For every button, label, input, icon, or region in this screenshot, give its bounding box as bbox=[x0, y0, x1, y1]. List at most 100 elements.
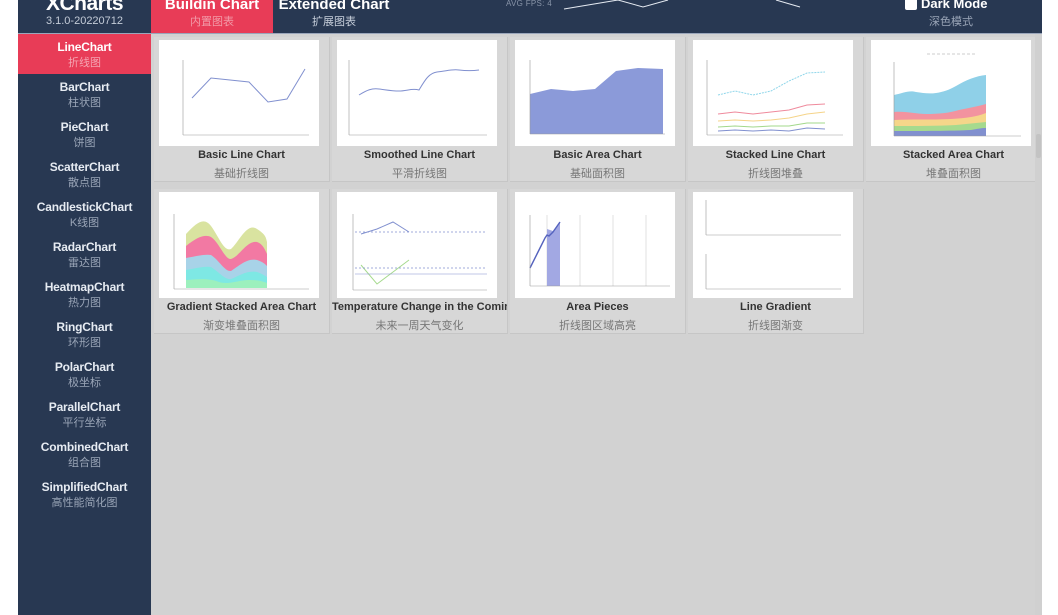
sidebar-item-label: CombinedChart bbox=[40, 440, 129, 454]
sidebar-item-label: SimplifiedChart bbox=[41, 480, 128, 494]
sidebar-item-piechart[interactable]: PieChart 饼图 bbox=[18, 114, 151, 154]
sidebar-item-simplifiedchart[interactable]: SimplifiedChart 高性能简化图 bbox=[18, 474, 151, 514]
dark-mode-toggle[interactable]: Dark Mode 深色模式 bbox=[899, 0, 1009, 33]
sidebar-item-barchart[interactable]: BarChart 柱状图 bbox=[18, 74, 151, 114]
sidebar-item-linechart[interactable]: LineChart 折线图 bbox=[18, 34, 151, 74]
temperature-thumbnail bbox=[352, 214, 487, 291]
chart-card-smoothed-line[interactable]: Smoothed Line Chart 平滑折线图 bbox=[332, 37, 508, 182]
xcharts-demo-app: XCharts 3.1.0-20220712 Buildin Chart 内置图… bbox=[18, 0, 1042, 615]
sidebar-item-label: PolarChart bbox=[54, 360, 115, 374]
sidebar-item-label: PieChart bbox=[60, 120, 109, 134]
sidebar-item-label: RingChart bbox=[56, 320, 113, 334]
sidebar-item-sublabel: 饼图 bbox=[73, 137, 96, 149]
brand-version: 3.1.0-20220712 bbox=[45, 15, 124, 27]
chart-card-basic-line[interactable]: Basic Line Chart 基础折线图 bbox=[154, 37, 330, 182]
fps-line bbox=[775, 0, 801, 8]
sidebar-item-combinedchart[interactable]: CombinedChart 组合图 bbox=[18, 434, 151, 474]
sidebar-item-ringchart[interactable]: RingChart 环形图 bbox=[18, 314, 151, 354]
line-gradient-thumbnail bbox=[705, 200, 841, 290]
sidebar-item-label: HeatmapChart bbox=[44, 280, 125, 294]
tab-sublabel: 内置图表 bbox=[190, 16, 234, 28]
fps-line bbox=[563, 0, 669, 10]
sidebar-item-parallelchart[interactable]: ParallelChart 平行坐标 bbox=[18, 394, 151, 434]
card-subtitle: 未来一周天气变化 bbox=[375, 320, 464, 332]
sidebar-item-sublabel: 极坐标 bbox=[68, 377, 101, 389]
basic-area-thumbnail bbox=[529, 60, 665, 135]
card-subtitle: 基础面积图 bbox=[570, 168, 625, 180]
brand: XCharts 3.1.0-20220712 bbox=[18, 0, 151, 33]
card-title: Stacked Area Chart bbox=[902, 149, 1005, 161]
sidebar-item-radarchart[interactable]: RadarChart 雷达图 bbox=[18, 234, 151, 274]
card-subtitle: 折线图区域高亮 bbox=[559, 320, 636, 332]
chart-card-area-pieces[interactable]: Area Pieces 折线图区域高亮 bbox=[510, 189, 686, 334]
sidebar-item-label: BarChart bbox=[59, 80, 110, 94]
card-subtitle: 堆叠面积图 bbox=[926, 168, 981, 180]
chart-thumbnail bbox=[693, 40, 853, 146]
card-subtitle: 折线图渐变 bbox=[748, 320, 803, 332]
content-scrollbar[interactable] bbox=[1035, 34, 1042, 615]
sidebar-item-sublabel: 折线图 bbox=[68, 57, 101, 69]
sidebar-item-candlestickchart[interactable]: CandlestickChart K线图 bbox=[18, 194, 151, 234]
fps-graph bbox=[563, 0, 801, 10]
dark-mode-label: Dark Mode bbox=[921, 0, 988, 11]
card-subtitle: 折线图堆叠 bbox=[748, 168, 803, 180]
stacked-area-thumbnail bbox=[893, 53, 1021, 137]
sidebar-item-sublabel: 热力图 bbox=[68, 297, 101, 309]
card-subtitle: 平滑折线图 bbox=[392, 168, 447, 180]
chart-thumbnail bbox=[159, 192, 319, 298]
sidebar-item-label: RadarChart bbox=[52, 240, 117, 254]
chart-card-gradient-stacked-area[interactable]: Gradient Stacked Area Chart 渐变堆叠面积图 bbox=[154, 189, 330, 334]
tab-label: Buildin Chart bbox=[164, 0, 260, 13]
area-fill bbox=[530, 68, 663, 134]
sidebar-item-sublabel: 柱状图 bbox=[68, 97, 101, 109]
chart-card-temperature[interactable]: Temperature Change in the Coming 未来一周天气变… bbox=[332, 189, 508, 334]
sidebar-item-scatterchart[interactable]: ScatterChart 散点图 bbox=[18, 154, 151, 194]
card-title: Basic Line Chart bbox=[198, 149, 285, 161]
tab-extended-chart[interactable]: Extended Chart 扩展图表 bbox=[273, 0, 395, 33]
sidebar-item-label: ScatterChart bbox=[49, 160, 120, 174]
dark-mode-checkbox[interactable] bbox=[905, 0, 917, 10]
brand-title: XCharts bbox=[45, 0, 124, 15]
sidebar-item-heatmapchart[interactable]: HeatmapChart 热力图 bbox=[18, 274, 151, 314]
sidebar-item-sublabel: 高性能简化图 bbox=[51, 497, 118, 509]
series-line bbox=[717, 111, 826, 122]
fps-counter: AVG FPS: 4 bbox=[506, 0, 552, 8]
chart-thumbnail bbox=[871, 40, 1031, 146]
series-line bbox=[717, 122, 825, 128]
chart-thumbnail bbox=[337, 40, 497, 146]
sidebar-item-sublabel: 组合图 bbox=[68, 457, 101, 469]
sidebar-item-polarchart[interactable]: PolarChart 极坐标 bbox=[18, 354, 151, 394]
sidebar-item-sublabel: 平行坐标 bbox=[62, 417, 107, 429]
tab-label: Extended Chart bbox=[278, 0, 390, 13]
series-line-low bbox=[360, 259, 410, 285]
tab-sublabel: 扩展图表 bbox=[312, 16, 356, 28]
smoothed-line-thumbnail bbox=[348, 60, 487, 136]
card-title: Stacked Line Chart bbox=[725, 149, 826, 161]
series-line bbox=[358, 69, 480, 96]
sidebar-item-sublabel: K线图 bbox=[69, 217, 100, 229]
tab-buildin-chart[interactable]: Buildin Chart 内置图表 bbox=[151, 0, 273, 33]
chart-card-stacked-line[interactable]: Stacked Line Chart 折线图堆叠 bbox=[688, 37, 864, 182]
scrollbar-thumb[interactable] bbox=[1036, 134, 1041, 158]
card-subtitle: 渐变堆叠面积图 bbox=[203, 320, 280, 332]
chart-thumbnail bbox=[159, 40, 319, 146]
chart-card-line-gradient[interactable]: Line Gradient 折线图渐变 bbox=[688, 189, 864, 334]
series-line bbox=[191, 68, 306, 103]
sidebar-item-sublabel: 雷达图 bbox=[68, 257, 101, 269]
chart-card-basic-area[interactable]: Basic Area Chart 基础面积图 bbox=[510, 37, 686, 182]
sidebar-item-label: ParallelChart bbox=[48, 400, 121, 414]
series-line bbox=[717, 127, 826, 132]
sidebar-item-sublabel: 环形图 bbox=[68, 337, 101, 349]
card-title: Basic Area Chart bbox=[553, 149, 642, 161]
top-header: XCharts 3.1.0-20220712 Buildin Chart 内置图… bbox=[18, 0, 1042, 34]
basic-line-thumbnail bbox=[182, 60, 309, 136]
chart-thumbnail bbox=[693, 192, 853, 298]
card-title: Gradient Stacked Area Chart bbox=[166, 301, 317, 313]
card-title: Temperature Change in the Coming bbox=[332, 301, 507, 313]
sidebar: LineChart 折线图 BarChart 柱状图 PieChart 饼图 S… bbox=[18, 34, 151, 615]
gradient-stacked-area-thumbnail bbox=[173, 214, 309, 290]
area-pieces-thumbnail bbox=[529, 215, 670, 287]
chart-thumbnail bbox=[515, 192, 675, 298]
sidebar-item-sublabel: 散点图 bbox=[68, 177, 101, 189]
chart-card-stacked-area[interactable]: Stacked Area Chart 堆叠面积图 bbox=[866, 37, 1042, 182]
